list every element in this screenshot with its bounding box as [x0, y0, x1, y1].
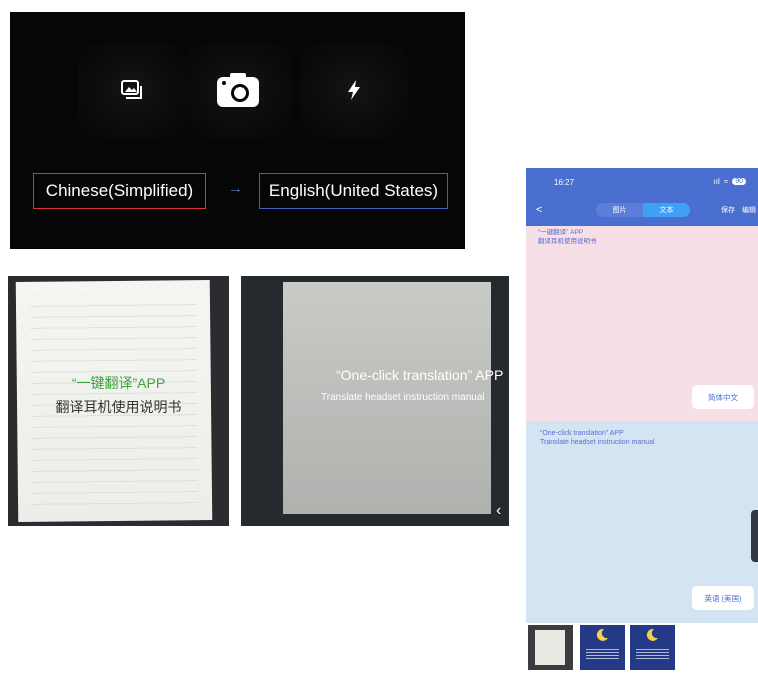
signal-icon: ııl [713, 177, 720, 186]
paper-thumbnail[interactable] [528, 625, 573, 670]
phone-translation-screen: 16:27 ııl ≈ 90 < 图片 文本 保存 编辑 “一键翻译” APP … [526, 168, 758, 623]
flash-icon [348, 80, 360, 100]
tab-image[interactable]: 图片 [596, 203, 643, 217]
status-icons: ııl ≈ 90 [714, 177, 746, 186]
moon-icon [596, 628, 608, 641]
source-text-line: “一键翻译” APP [538, 229, 584, 236]
source-text-line: 翻译耳机使用说明书 [538, 238, 597, 245]
view-tabs: 图片 文本 [596, 203, 690, 217]
header-actions: 保存 编辑 [721, 205, 756, 215]
gallery-button[interactable] [78, 42, 186, 138]
moon-card-thumbnail[interactable] [630, 625, 675, 670]
moon-icon [646, 628, 658, 641]
arrow-right-icon: → [228, 180, 243, 197]
edit-button[interactable]: 编辑 [742, 205, 756, 215]
target-language-pill[interactable]: 英语 (美国) [692, 586, 754, 610]
app-header: 16:27 ııl ≈ 90 < 图片 文本 保存 编辑 [526, 168, 758, 226]
camera-button[interactable] [184, 42, 292, 138]
tab-text[interactable]: 文本 [643, 203, 690, 217]
translated-overlay-photo: “One-click translation” APP Translate he… [241, 276, 509, 526]
moon-card-thumbnail[interactable] [580, 625, 625, 670]
manual-title-english: “One-click translation” APP [336, 367, 504, 383]
source-language-selector[interactable]: Chinese(Simplified) [33, 173, 206, 209]
wifi-icon: ≈ [723, 177, 729, 186]
gallery-icon [121, 80, 142, 99]
back-button[interactable]: < [536, 204, 542, 216]
side-handle[interactable] [751, 510, 758, 562]
status-time: 16:27 [554, 178, 575, 187]
translated-text[interactable]: “One-click translation” APP Translate he… [540, 429, 655, 447]
chevron-left-icon[interactable]: ‹ [496, 502, 501, 520]
manual-title-chinese: “一键翻译”APP [71, 375, 166, 391]
translated-text-line: “One-click translation” APP [540, 430, 624, 437]
manual-subtitle-chinese: 翻译耳机使用说明书 [55, 399, 182, 415]
printed-manual-photo: “一键翻译”APP 翻译耳机使用说明书 [8, 276, 229, 526]
manual-subtitle-english: Translate headset instruction manual [321, 392, 485, 403]
camera-icon [217, 73, 259, 107]
battery-icon: 90 [732, 178, 746, 185]
save-button[interactable]: 保存 [721, 205, 735, 215]
flash-button[interactable] [300, 42, 408, 138]
target-language-selector[interactable]: English(United States) [259, 173, 448, 209]
source-language-pill[interactable]: 简体中文 [692, 385, 754, 409]
translated-text-line: Translate headset instruction manual [540, 439, 655, 446]
source-text[interactable]: “一键翻译” APP 翻译耳机使用说明书 [538, 228, 597, 246]
camera-panel: Chinese(Simplified) → English(United Sta… [10, 12, 465, 249]
